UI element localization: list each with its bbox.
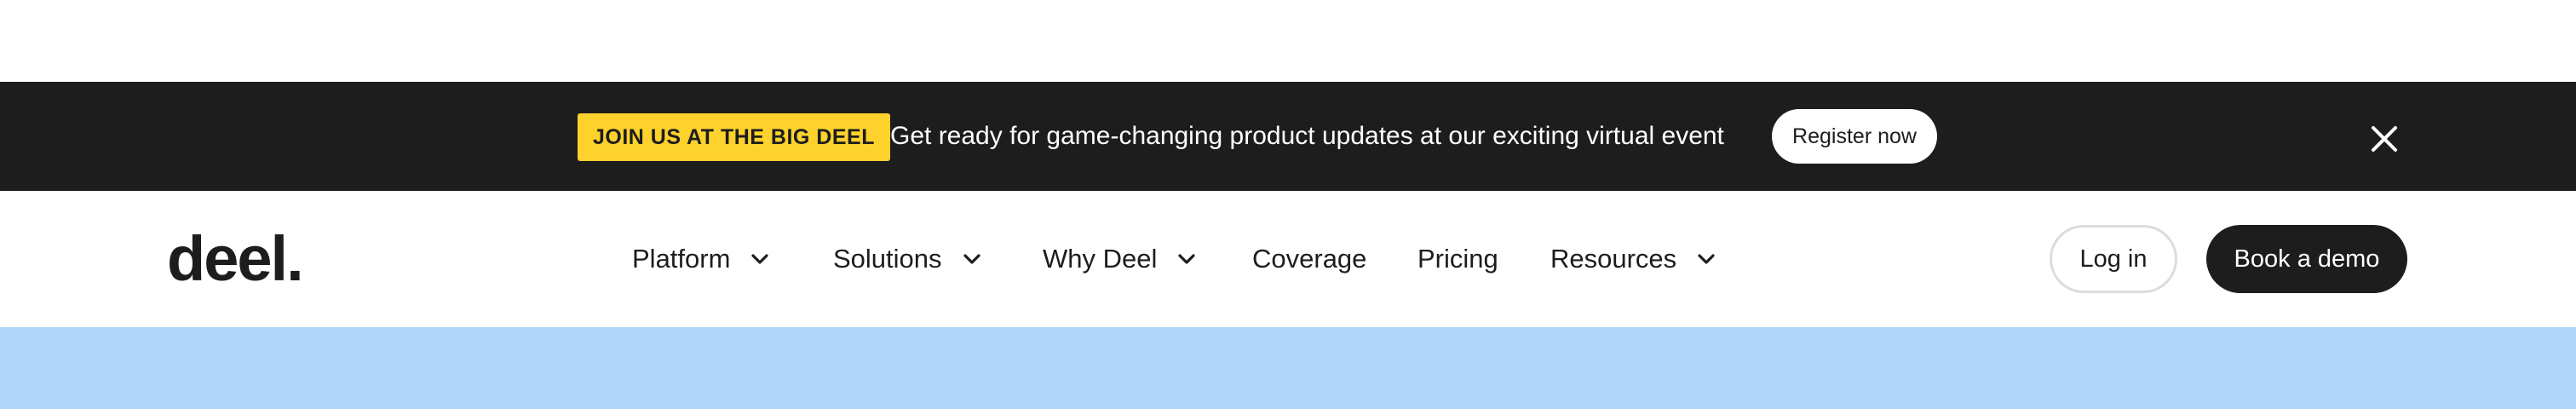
nav-item-coverage[interactable]: Coverage: [1252, 235, 1366, 283]
nav-item-label: Coverage: [1252, 244, 1367, 274]
main-navbar: deel. Platform Solutions Why Deel Covera…: [0, 191, 2576, 327]
event-badge: JOIN US AT THE BIG DEEL: [578, 113, 890, 161]
nav-item-label: Pricing: [1417, 244, 1498, 274]
chevron-down-icon: [1178, 254, 1195, 264]
chevron-down-icon: [963, 254, 980, 264]
log-in-button[interactable]: Log in: [2050, 225, 2177, 293]
book-demo-button[interactable]: Book a demo: [2206, 225, 2407, 293]
hero-section: [0, 327, 2576, 409]
announcement-text: Get ready for game-changing product upda…: [890, 122, 1724, 150]
register-now-button[interactable]: Register now: [1772, 109, 1937, 164]
nav-item-solutions[interactable]: Solutions: [833, 235, 983, 283]
nav-item-label: Why Deel: [1043, 244, 1158, 274]
chevron-down-icon: [751, 254, 769, 264]
nav-item-label: Platform: [632, 244, 731, 274]
chevron-down-icon: [1698, 254, 1715, 264]
nav-item-pricing[interactable]: Pricing: [1417, 235, 1498, 283]
nav-item-label: Solutions: [833, 244, 942, 274]
nav-item-platform[interactable]: Platform: [632, 235, 771, 283]
deel-logo[interactable]: deel.: [167, 223, 304, 295]
nav-item-why-deel[interactable]: Why Deel: [1043, 235, 1198, 283]
close-icon[interactable]: [2365, 119, 2404, 158]
page-top-spacer: [0, 0, 2576, 82]
announcement-bar: JOIN US AT THE BIG DEEL Get ready for ga…: [0, 82, 2576, 191]
nav-item-label: Resources: [1550, 244, 1677, 274]
nav-item-resources[interactable]: Resources: [1550, 235, 1717, 283]
